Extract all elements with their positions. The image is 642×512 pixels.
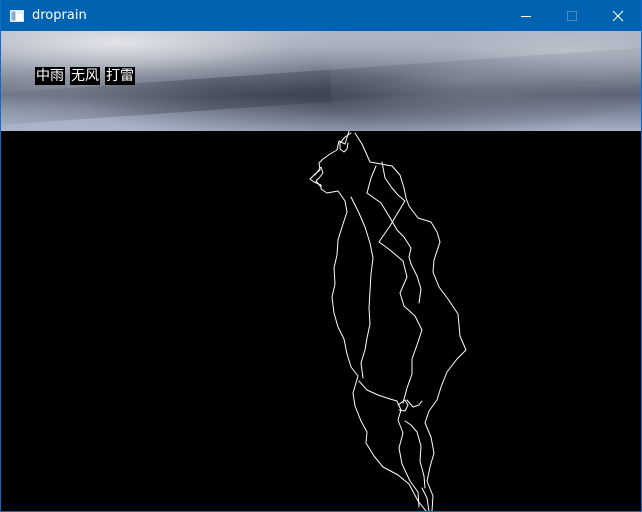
wind-status-label: 无风	[70, 67, 100, 85]
lightning-small-lower-branch	[404, 420, 426, 489]
lightning-inner-branch	[366, 192, 422, 304]
close-icon	[612, 10, 624, 22]
maximize-button[interactable]	[549, 0, 595, 31]
app-window-icon	[9, 8, 25, 24]
lightning-knot-lower	[397, 399, 423, 412]
close-button[interactable]	[595, 0, 641, 31]
lightning-inner-left	[350, 196, 374, 379]
rain-animation-canvas[interactable]	[1, 131, 641, 511]
lightning-outline-right	[354, 132, 467, 511]
window-title: droprain	[32, 8, 87, 23]
lightning-svg	[309, 131, 467, 511]
lightning-knot-left	[314, 166, 324, 188]
window-controls	[503, 0, 641, 31]
droprain-window: droprain 中雨 无风 打雷	[0, 0, 642, 512]
minimize-button[interactable]	[503, 0, 549, 31]
title-bar[interactable]: droprain	[1, 0, 641, 31]
lightning-inner-center	[366, 161, 423, 404]
maximize-icon	[566, 10, 578, 22]
minimize-icon	[520, 10, 532, 22]
lightning-lower-left	[358, 380, 420, 508]
rain-status-label: 中雨	[35, 67, 65, 85]
thunder-status-label: 打雷	[105, 67, 135, 85]
weather-status: 中雨 无风 打雷	[35, 67, 135, 85]
